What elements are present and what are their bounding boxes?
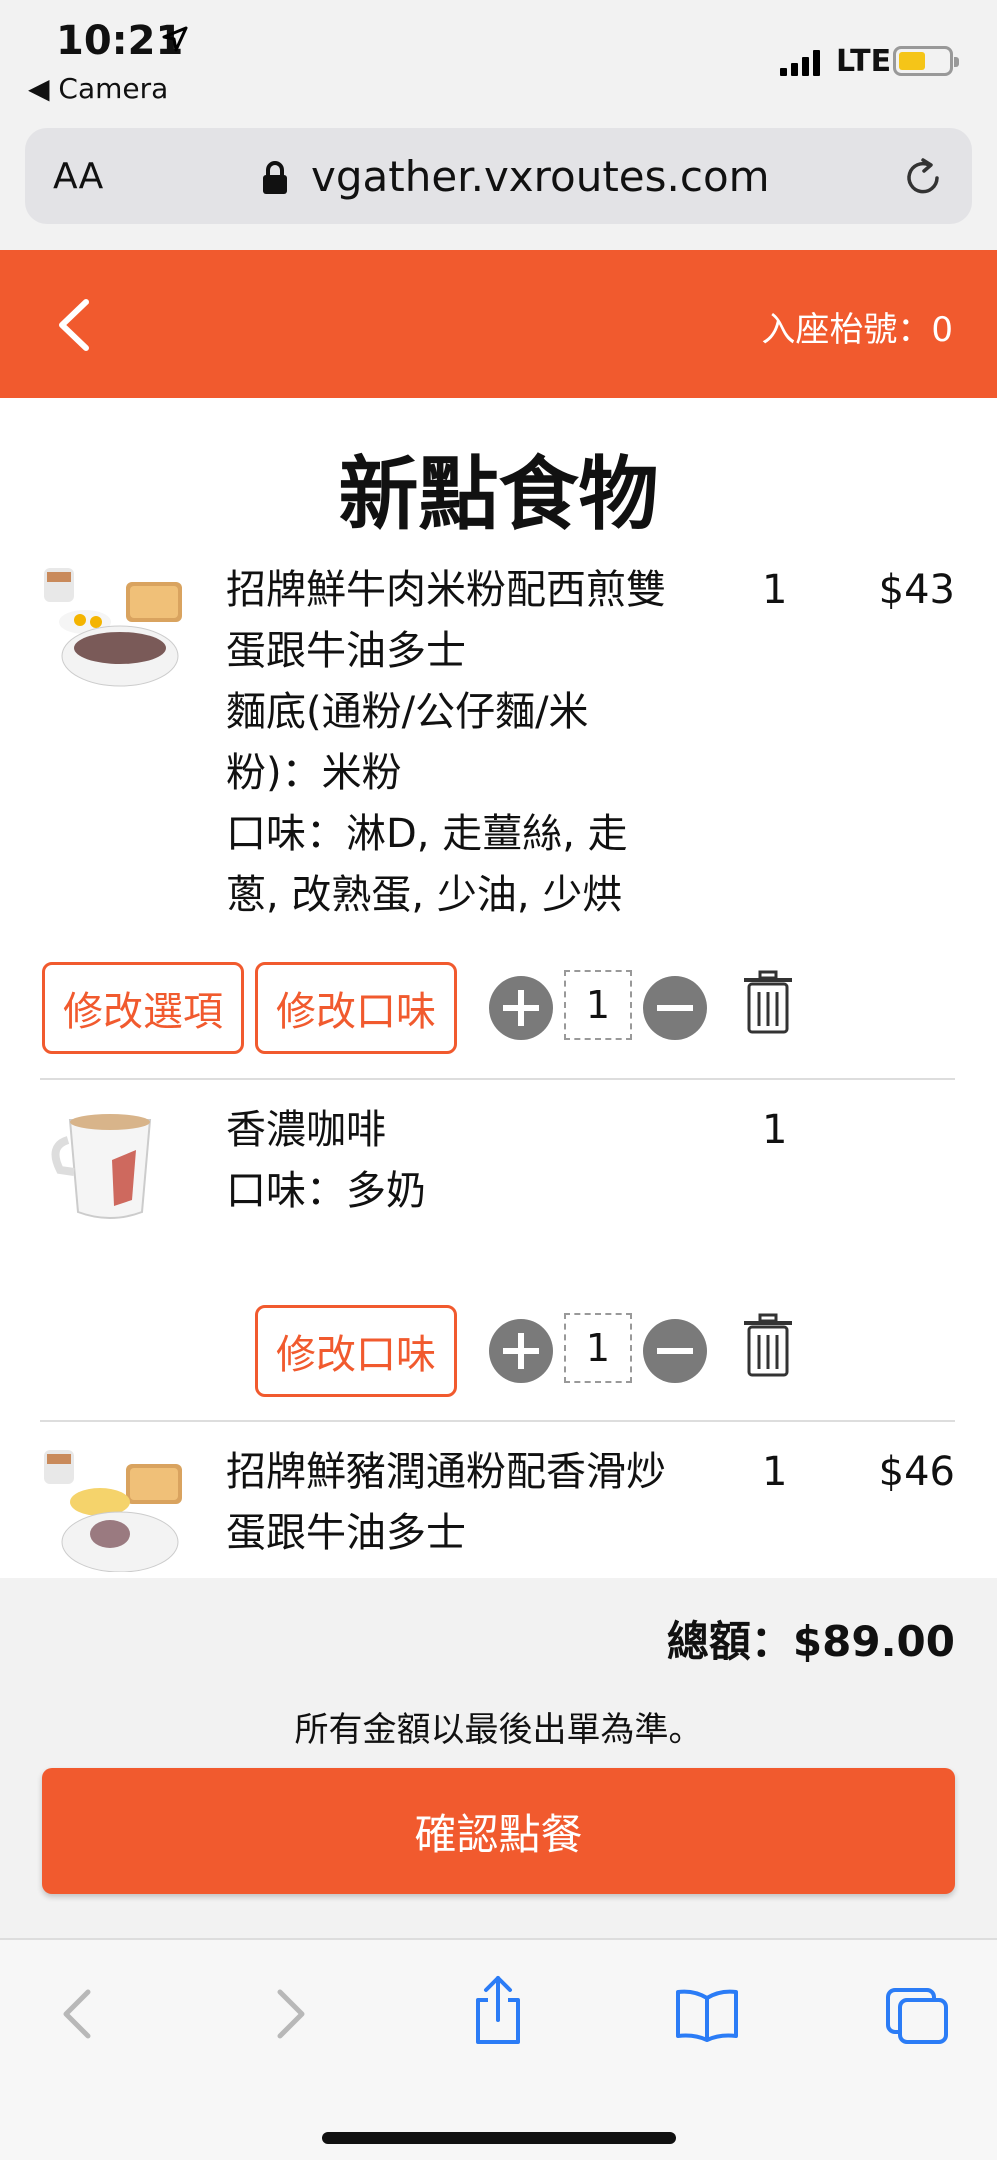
item-flavor: 口味：多奶 bbox=[226, 1168, 426, 1214]
list-item: 招牌鮮豬潤通粉配香滑炒蛋跟牛油多士 1 $46 bbox=[40, 1442, 955, 1578]
list-item: 香濃咖啡 口味：多奶 1 bbox=[40, 1100, 955, 1260]
confirm-order-button[interactable]: 確認點餐 bbox=[42, 1768, 955, 1894]
order-total: 總額：$89.00 bbox=[666, 1617, 955, 1666]
item-price: $43 bbox=[878, 567, 955, 613]
food-image bbox=[44, 568, 182, 687]
back-icon[interactable] bbox=[58, 1986, 98, 2042]
tabs-icon[interactable] bbox=[884, 1986, 950, 2046]
edit-flavor-button[interactable]: 修改口味 bbox=[255, 962, 457, 1054]
item-name: 香濃咖啡 口味：多奶 bbox=[226, 1100, 676, 1222]
price-disclaimer: 所有金額以最後出單為準。 bbox=[294, 1710, 703, 1750]
plus-icon[interactable] bbox=[489, 976, 553, 1040]
divider bbox=[40, 1420, 955, 1422]
reload-icon[interactable] bbox=[901, 156, 945, 200]
item-options: 麵底(通粉/公仔麵/米粉)：米粉 bbox=[226, 689, 589, 796]
battery-icon bbox=[893, 46, 959, 76]
lock-icon bbox=[263, 161, 287, 194]
item-title: 香濃咖啡 bbox=[226, 1107, 386, 1153]
item-qty: 1 bbox=[762, 1107, 788, 1153]
share-icon[interactable] bbox=[470, 1974, 526, 2046]
location-arrow-icon bbox=[162, 26, 188, 52]
item-qty: 1 bbox=[762, 1449, 788, 1495]
edit-flavor-button[interactable]: 修改口味 bbox=[255, 1305, 457, 1397]
page: 10:21 ◀ Camera LTE AA vgather.vxroutes.c… bbox=[0, 0, 997, 2160]
browser-address-area: AA vgather.vxroutes.com bbox=[0, 120, 997, 250]
item-controls: 修改口味 1 bbox=[42, 1305, 802, 1397]
item-flavor: 口味：淋D, 走薑絲, 走蔥, 改熟蛋, 少油, 少烘 bbox=[226, 811, 628, 918]
network-type: LTE bbox=[836, 44, 892, 79]
item-name: 招牌鮮豬潤通粉配香滑炒蛋跟牛油多士 bbox=[226, 1442, 676, 1564]
minus-icon[interactable] bbox=[643, 976, 707, 1040]
food-image bbox=[51, 1114, 152, 1219]
signal-icon bbox=[780, 50, 820, 76]
food-image bbox=[44, 1450, 182, 1572]
divider bbox=[40, 1078, 955, 1080]
app-header: 入座枱號：0 bbox=[0, 250, 997, 398]
item-controls: 修改選項 修改口味 1 bbox=[42, 962, 802, 1054]
home-indicator bbox=[322, 2132, 676, 2144]
status-bar: 10:21 ◀ Camera LTE bbox=[0, 0, 997, 120]
page-title: 新點食物 bbox=[338, 448, 659, 541]
item-title: 招牌鮮豬潤通粉配香滑炒蛋跟牛油多士 bbox=[226, 1449, 666, 1556]
seat-number: 入座枱號：0 bbox=[761, 310, 953, 350]
quantity-stepper[interactable]: 1 bbox=[564, 970, 632, 1040]
browser-toolbar bbox=[0, 1938, 997, 2160]
trash-icon[interactable] bbox=[742, 970, 794, 1036]
trash-icon[interactable] bbox=[742, 1313, 794, 1379]
url-text: vgather.vxroutes.com bbox=[311, 152, 770, 201]
address-bar[interactable]: AA vgather.vxroutes.com bbox=[25, 128, 972, 224]
order-footer: 總額：$89.00 所有金額以最後出單為準。 確認點餐 bbox=[0, 1578, 997, 1938]
list-item: 招牌鮮牛肉米粉配西煎雙蛋跟牛油多士 麵底(通粉/公仔麵/米粉)：米粉 口味：淋D… bbox=[40, 560, 955, 930]
bookmarks-icon[interactable] bbox=[674, 1986, 740, 2042]
back-to-app-link[interactable]: ◀ Camera bbox=[28, 72, 168, 105]
plus-icon[interactable] bbox=[489, 1319, 553, 1383]
item-price: $46 bbox=[878, 1449, 955, 1495]
item-name: 招牌鮮牛肉米粉配西煎雙蛋跟牛油多士 麵底(通粉/公仔麵/米粉)：米粉 口味：淋D… bbox=[226, 560, 676, 926]
forward-icon[interactable] bbox=[270, 1986, 310, 2042]
back-chevron-icon[interactable] bbox=[56, 298, 90, 352]
text-size-label: AA bbox=[53, 156, 104, 197]
item-title: 招牌鮮牛肉米粉配西煎雙蛋跟牛油多士 bbox=[226, 567, 666, 674]
minus-icon[interactable] bbox=[643, 1319, 707, 1383]
quantity-stepper[interactable]: 1 bbox=[564, 1313, 632, 1383]
text-size-button[interactable]: AA bbox=[53, 156, 103, 197]
item-qty: 1 bbox=[762, 567, 788, 613]
edit-options-button[interactable]: 修改選項 bbox=[42, 962, 244, 1054]
